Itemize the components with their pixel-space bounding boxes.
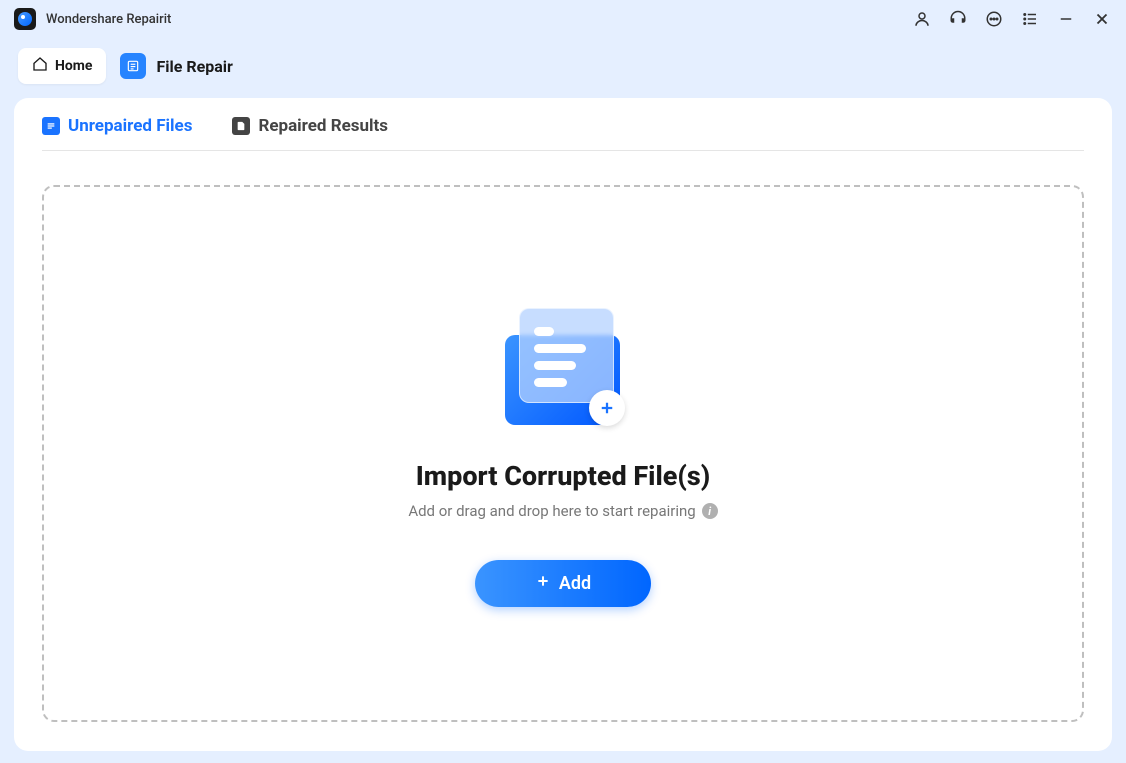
titlebar-left: Wondershare Repairit: [14, 8, 171, 30]
home-button[interactable]: Home: [18, 48, 106, 84]
close-icon[interactable]: [1092, 9, 1112, 29]
dropzone-title: Import Corrupted File(s): [416, 460, 710, 492]
titlebar-right: [912, 9, 1112, 29]
tab-label: Repaired Results: [258, 116, 388, 136]
breadcrumb-bar: Home File Repair: [0, 38, 1126, 98]
app-title: Wondershare Repairit: [46, 12, 171, 27]
info-icon[interactable]: i: [702, 503, 718, 519]
plus-icon: [535, 573, 551, 594]
tab-repaired-results[interactable]: Repaired Results: [232, 116, 388, 136]
headset-icon[interactable]: [948, 9, 968, 29]
add-button[interactable]: Add: [475, 560, 651, 607]
home-icon: [32, 56, 48, 76]
titlebar: Wondershare Repairit: [0, 0, 1126, 38]
file-repair-icon: [120, 53, 146, 79]
minimize-icon[interactable]: [1056, 9, 1076, 29]
app-icon: [14, 8, 36, 30]
breadcrumb-label: File Repair: [156, 57, 232, 76]
dropzone[interactable]: Import Corrupted File(s) Add or drag and…: [42, 185, 1084, 722]
home-label: Home: [55, 58, 92, 74]
dropzone-subtitle: Add or drag and drop here to start repai…: [408, 502, 717, 520]
tab-label: Unrepaired Files: [68, 116, 192, 136]
import-illustration: [493, 300, 633, 440]
breadcrumb-section: File Repair: [120, 53, 232, 79]
chat-icon[interactable]: [984, 9, 1004, 29]
user-icon[interactable]: [912, 9, 932, 29]
unrepaired-files-icon: [42, 117, 60, 135]
dropzone-subtitle-text: Add or drag and drop here to start repai…: [408, 502, 695, 520]
plus-badge-icon: [589, 390, 625, 426]
repaired-results-icon: [232, 117, 250, 135]
menu-list-icon[interactable]: [1020, 9, 1040, 29]
tabs: Unrepaired Files Repaired Results: [42, 116, 1084, 151]
tab-unrepaired-files[interactable]: Unrepaired Files: [42, 116, 192, 136]
add-button-label: Add: [559, 573, 591, 594]
main-card: Unrepaired Files Repaired Results Import…: [14, 98, 1112, 751]
